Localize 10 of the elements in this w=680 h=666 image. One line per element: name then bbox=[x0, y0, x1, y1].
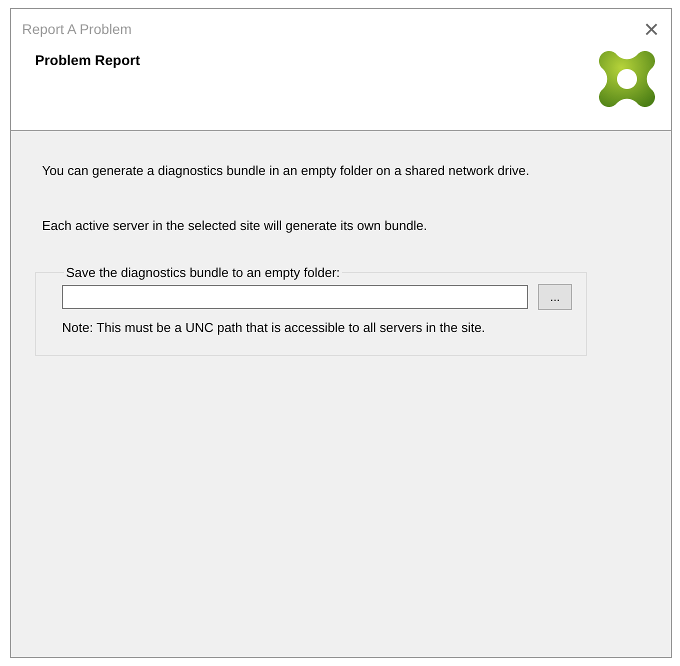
folder-path-field[interactable] bbox=[62, 285, 528, 309]
info-text: You can generate a diagnostics bundle in an empty folder on a shared network drive. bbox=[42, 163, 530, 178]
logo-icon bbox=[597, 49, 657, 109]
page-heading: Problem Report bbox=[35, 52, 140, 70]
close-button[interactable]: × bbox=[640, 16, 663, 42]
note-text: Note: This must be a UNC path that is accessible to all servers in the site. bbox=[62, 320, 486, 335]
window-title: Report A Problem bbox=[22, 21, 132, 37]
browse-button[interactable]: ... bbox=[538, 284, 572, 310]
info-text: Each active server in the selected site will generate its own bundle. bbox=[42, 218, 428, 233]
group-label: Save the diagnostics bundle to an empty folder: bbox=[65, 265, 341, 280]
